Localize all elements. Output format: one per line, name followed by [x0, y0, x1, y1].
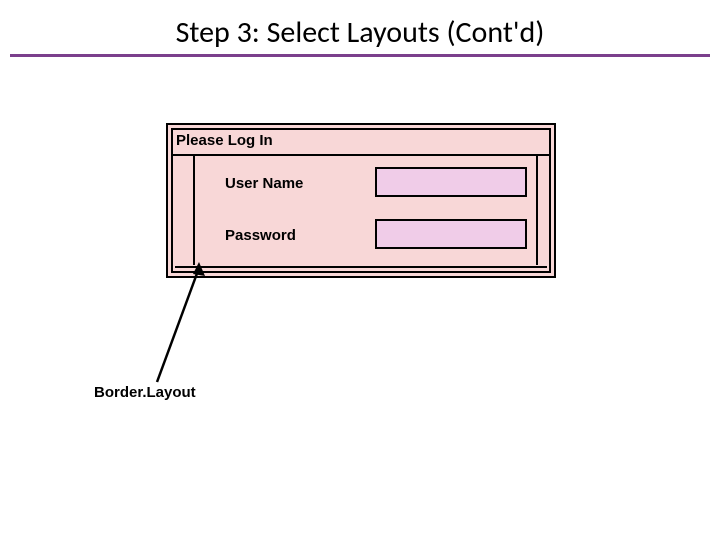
divider-right — [536, 156, 538, 265]
panel-heading: Please Log In — [176, 132, 273, 149]
annotation-arrow-icon — [135, 262, 255, 402]
title-underline — [10, 54, 710, 57]
password-label: Password — [225, 227, 296, 244]
slide-title: Step 3: Select Layouts (Cont'd) — [0, 14, 720, 51]
annotation-label: Border.Layout — [94, 384, 196, 401]
username-input[interactable] — [375, 167, 527, 197]
login-panel: Please Log In User Name Password — [166, 123, 556, 278]
divider-top — [173, 154, 549, 156]
username-label: User Name — [225, 175, 303, 192]
password-input[interactable] — [375, 219, 527, 249]
panel-inner-border — [171, 128, 551, 273]
divider-left — [193, 156, 195, 265]
